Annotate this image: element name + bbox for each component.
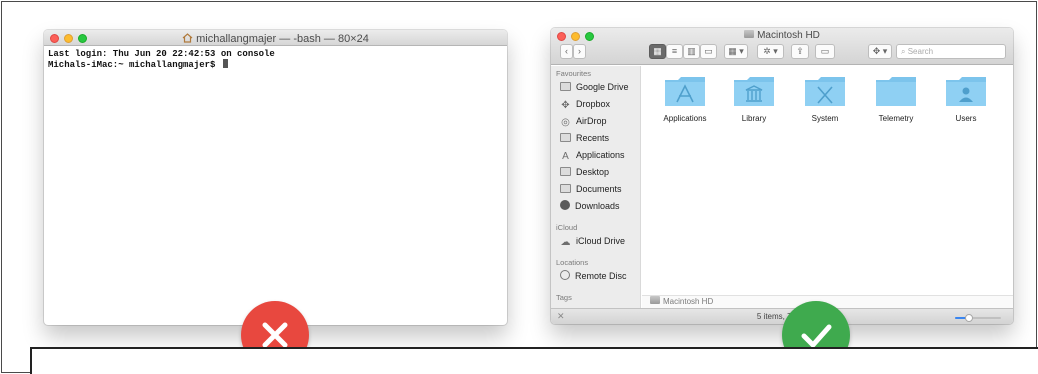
finder-title-text: Macintosh HD bbox=[757, 30, 820, 41]
tag-icon: ▭ bbox=[820, 46, 830, 56]
folder-library[interactable]: Library bbox=[726, 74, 782, 123]
folder-system[interactable]: System bbox=[797, 74, 853, 123]
grid-icon: ▦ bbox=[653, 46, 662, 56]
action-button[interactable]: ✲ ▾ bbox=[757, 44, 784, 59]
last-login-line: Last login: Thu Jun 20 22:42:53 on conso… bbox=[48, 49, 275, 59]
applications-icon: A bbox=[562, 151, 569, 162]
chevron-left-icon: ‹ bbox=[565, 46, 568, 56]
terminal-window[interactable]: michallangmajer — -bash — 80×24 Last log… bbox=[44, 30, 507, 325]
icon-size-slider[interactable] bbox=[955, 314, 1001, 322]
disc-icon bbox=[560, 270, 570, 280]
sidebar-header-tags: Tags bbox=[556, 293, 572, 302]
folder-label: Applications bbox=[663, 114, 707, 123]
hard-drive-icon bbox=[744, 30, 755, 38]
share-icon: ⇪ bbox=[796, 46, 804, 56]
icon-size-slider-knob[interactable] bbox=[964, 314, 973, 322]
sidebar-header-locations: Locations bbox=[556, 258, 589, 267]
system-folder-icon bbox=[805, 77, 845, 106]
sidebar-item-label: Remote Disc bbox=[575, 271, 627, 281]
sidebar-item-desktop[interactable]: Desktop bbox=[560, 165, 609, 179]
finder-title: Macintosh HD bbox=[551, 30, 1013, 41]
folder-icon bbox=[876, 77, 916, 106]
sidebar-item-airdrop[interactable]: ◎ AirDrop bbox=[560, 114, 607, 128]
list-icon: ≡ bbox=[671, 46, 678, 56]
back-button[interactable]: ‹ bbox=[560, 44, 573, 59]
gallery-view-button[interactable]: ▭ bbox=[700, 44, 717, 59]
finder-toolbar[interactable]: Macintosh HD ‹ › ▦ ≡ ▥ ▭ ▦ ▾ ✲ ▾ ⇪ ▭ ✥ ▾… bbox=[551, 28, 1013, 65]
folder-telemetry[interactable]: Telemetry bbox=[868, 74, 924, 123]
caption-box bbox=[30, 347, 1038, 374]
group-grid-icon: ▦ ▾ bbox=[728, 46, 744, 56]
search-input[interactable]: ⌕ Search bbox=[896, 44, 1006, 59]
downloads-icon bbox=[560, 200, 570, 210]
tags-button[interactable]: ▭ bbox=[815, 44, 835, 59]
terminal-titlebar[interactable]: michallangmajer — -bash — 80×24 bbox=[44, 30, 507, 46]
desktop-icon bbox=[560, 167, 571, 176]
sidebar-header-icloud: iCloud bbox=[556, 223, 578, 232]
applications-folder-icon bbox=[665, 77, 705, 106]
text-cursor bbox=[222, 59, 228, 68]
gear-icon: ✲ ▾ bbox=[763, 46, 778, 56]
dropbox-toolbar-button[interactable]: ✥ ▾ bbox=[868, 44, 892, 59]
folder-users[interactable]: Users bbox=[938, 74, 994, 123]
sidebar-item-label: Dropbox bbox=[576, 99, 611, 109]
cloud-icon: ☁ bbox=[560, 237, 571, 248]
sidebar-item-remote-disc[interactable]: Remote Disc bbox=[560, 269, 627, 283]
search-icon: ⌕ bbox=[901, 47, 906, 56]
forward-button[interactable]: › bbox=[573, 44, 586, 59]
sidebar-item-label: Downloads bbox=[575, 201, 620, 211]
terminal-title-text: michallangmajer — -bash — 80×24 bbox=[196, 33, 369, 45]
sidebar-item-google-drive[interactable]: Google Drive bbox=[560, 80, 629, 94]
finder-sidebar: Favourites Google Drive ✥ Dropbox ◎ AirDro… bbox=[551, 66, 641, 310]
share-button[interactable]: ⇪ bbox=[791, 44, 809, 59]
airdrop-icon: ◎ bbox=[561, 117, 570, 128]
folder-applications[interactable]: Applications bbox=[657, 74, 713, 123]
sidebar-item-documents[interactable]: Documents bbox=[560, 182, 622, 196]
group-button[interactable]: ▦ ▾ bbox=[724, 44, 748, 59]
users-folder-icon bbox=[946, 77, 986, 106]
sidebar-item-recents[interactable]: Recents bbox=[560, 131, 609, 145]
terminal-output[interactable]: Last login: Thu Jun 20 22:42:53 on conso… bbox=[48, 49, 503, 70]
hard-drive-icon bbox=[650, 296, 660, 304]
folder-label: Telemetry bbox=[878, 114, 914, 123]
columns-icon: ▥ bbox=[687, 46, 696, 56]
dropbox-icon: ✥ bbox=[561, 100, 570, 111]
dropbox-icon: ✥ ▾ bbox=[872, 46, 888, 56]
prompt-line: Michals-iMac:~ michallangmajer$ bbox=[48, 59, 503, 70]
icon-view-button[interactable]: ▦ bbox=[649, 44, 666, 59]
sidebar-item-label: Applications bbox=[576, 150, 625, 160]
chevron-right-icon: › bbox=[578, 46, 581, 56]
folder-label: System bbox=[811, 114, 839, 123]
sidebar-item-label: Desktop bbox=[576, 167, 610, 177]
sidebar-item-label: Google Drive bbox=[576, 82, 629, 92]
sidebar-item-label: AirDrop bbox=[576, 116, 607, 126]
folder-icon bbox=[560, 82, 571, 91]
list-view-button[interactable]: ≡ bbox=[666, 44, 683, 59]
sidebar-item-label: Documents bbox=[576, 184, 622, 194]
finder-content[interactable]: Applications Library System Telemetry Us… bbox=[642, 66, 1013, 295]
home-icon bbox=[182, 33, 193, 43]
sidebar-item-label: iCloud Drive bbox=[576, 236, 626, 246]
sidebar-item-label: Recents bbox=[576, 133, 610, 143]
sidebar-item-dropbox[interactable]: ✥ Dropbox bbox=[560, 97, 610, 111]
column-view-button[interactable]: ▥ bbox=[683, 44, 700, 59]
documents-icon bbox=[560, 184, 571, 193]
sidebar-item-applications[interactable]: A Applications bbox=[560, 148, 625, 162]
recents-icon bbox=[560, 133, 571, 142]
folder-label: Library bbox=[741, 114, 767, 123]
shell-prompt: Michals-iMac:~ michallangmajer$ bbox=[48, 60, 221, 70]
path-bar-label: Macintosh HD bbox=[663, 297, 714, 306]
sidebar-header-favourites: Favourites bbox=[556, 69, 592, 78]
search-placeholder: Search bbox=[907, 47, 934, 56]
library-folder-icon bbox=[734, 77, 774, 106]
sidebar-item-downloads[interactable]: Downloads bbox=[560, 199, 620, 213]
terminal-title: michallangmajer — -bash — 80×24 bbox=[44, 32, 507, 45]
finder-window[interactable]: Macintosh HD ‹ › ▦ ≡ ▥ ▭ ▦ ▾ ✲ ▾ ⇪ ▭ ✥ ▾… bbox=[551, 28, 1013, 324]
sidebar-item-icloud-drive[interactable]: ☁ iCloud Drive bbox=[560, 234, 626, 248]
gallery-icon: ▭ bbox=[704, 46, 713, 56]
folder-label: Users bbox=[955, 114, 977, 123]
close-sidebar-icon[interactable]: ✕ bbox=[557, 309, 565, 324]
